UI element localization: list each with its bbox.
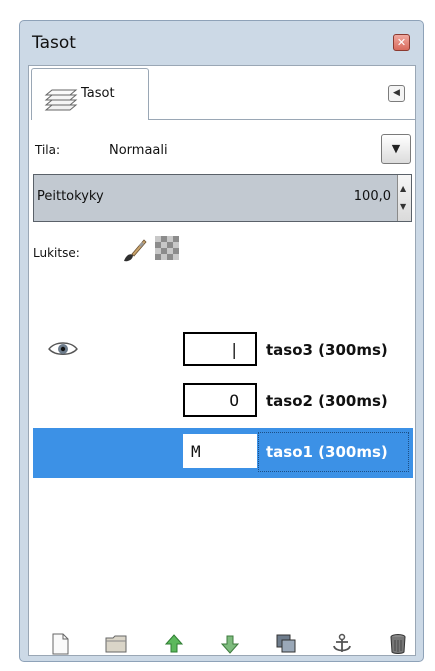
layer-name[interactable]: taso2 (300ms): [266, 392, 388, 410]
tabstrip-divider: [149, 119, 415, 120]
duplicate-layer-icon[interactable]: [275, 633, 297, 655]
layer-toolbar: [29, 633, 415, 655]
tab-layers[interactable]: Tasot: [31, 68, 149, 120]
window-title: Tasot: [32, 33, 76, 53]
layers-icon: [44, 89, 78, 111]
spin-down-icon[interactable]: ▼: [400, 202, 406, 211]
layer-row-taso3[interactable]: | taso3 (300ms): [33, 326, 413, 376]
chevron-down-icon[interactable]: ▼: [381, 134, 411, 164]
new-layer-icon[interactable]: [49, 633, 71, 655]
opacity-spinner[interactable]: ▲ ▼: [397, 175, 411, 221]
layer-thumbnail[interactable]: O: [183, 383, 257, 417]
lock-alpha-icon[interactable]: [155, 236, 179, 260]
lock-pixels-brush-icon[interactable]: [121, 236, 147, 264]
new-group-icon[interactable]: [105, 633, 127, 655]
mode-label: Tila:: [35, 143, 61, 157]
lock-label: Lukitse:: [33, 246, 80, 260]
layer-thumbnail[interactable]: M: [183, 434, 257, 468]
layer-name[interactable]: taso1 (300ms): [266, 443, 388, 461]
layers-panel: Tasot ◀ Tila: Normaali ▼ Peittokyky 100,…: [28, 65, 416, 656]
anchor-icon[interactable]: [331, 633, 353, 655]
close-icon[interactable]: ✕: [393, 34, 410, 51]
layers-dock-window: Tasot ✕ Tasot ◀ Tila: Normaali ▼ Peittok…: [19, 20, 424, 662]
opacity-slider[interactable]: Peittokyky 100,0 ▲ ▼: [33, 174, 412, 222]
raise-layer-icon[interactable]: [163, 633, 185, 655]
layer-name[interactable]: taso3 (300ms): [266, 341, 388, 359]
mode-select-value[interactable]: Normaali: [109, 143, 168, 158]
opacity-value[interactable]: 100,0: [354, 189, 391, 204]
titlebar: Tasot ✕: [20, 21, 423, 63]
layer-list: | taso3 (300ms) O taso2 (300ms) M taso1 …: [33, 296, 413, 627]
tab-label: Tasot: [81, 86, 115, 101]
spin-up-icon[interactable]: ▲: [400, 184, 406, 193]
layer-thumbnail[interactable]: |: [183, 332, 257, 366]
eye-icon[interactable]: [47, 338, 79, 360]
layer-row-taso1[interactable]: M taso1 (300ms): [33, 428, 413, 478]
panel-menu-icon[interactable]: ◀: [388, 85, 405, 102]
lower-layer-icon[interactable]: [219, 633, 241, 655]
layer-row-taso2[interactable]: O taso2 (300ms): [33, 377, 413, 427]
opacity-label: Peittokyky: [37, 189, 104, 204]
delete-layer-icon[interactable]: [387, 633, 409, 655]
